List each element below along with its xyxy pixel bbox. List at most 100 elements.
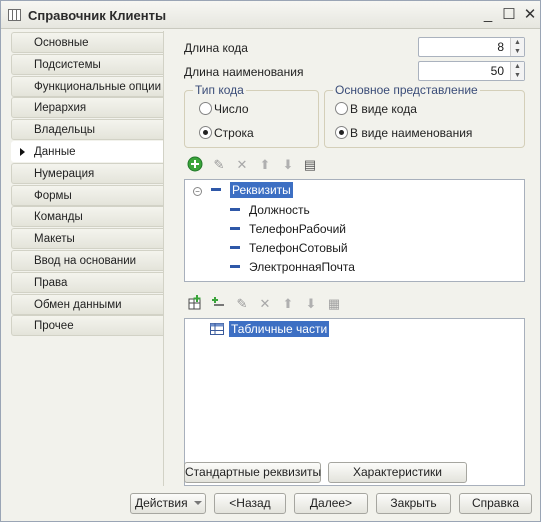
characteristics-button[interactable]: Характеристики	[328, 462, 467, 483]
tree-root-tabular[interactable]: Табличные части	[210, 321, 330, 338]
help-button[interactable]: Справка	[459, 493, 532, 514]
move-down-icon[interactable]: ⬇	[302, 295, 320, 313]
delete-icon[interactable]: ✕	[233, 156, 251, 174]
move-down-icon[interactable]: ⬇	[279, 156, 297, 174]
code-type-group: Тип кода Число Строка	[184, 83, 319, 148]
tab-label: Владельцы	[34, 124, 96, 137]
tab-item[interactable]: Ввод на основании	[11, 249, 163, 271]
tree-item-label: ТелефонРабочий	[249, 222, 347, 236]
radio-label: Строка	[214, 126, 254, 140]
tree-item-label: Должность	[249, 203, 310, 217]
attributes-toolbar: ✎ ✕ ⬆ ⬇ ▤	[186, 156, 326, 176]
attribute-icon	[230, 265, 240, 268]
minimize-button[interactable]: _	[479, 6, 497, 24]
window-title: Справочник Клиенты	[28, 8, 167, 23]
tab-label: Обмен данными	[34, 298, 122, 311]
tree-item[interactable]: ЭлектроннаяПочта	[230, 260, 355, 274]
tab-item[interactable]: Формы	[11, 184, 163, 206]
tab-item[interactable]: Владельцы	[11, 119, 163, 141]
tab-item[interactable]: Команды	[11, 206, 163, 228]
tree-item[interactable]: Должность	[230, 203, 310, 217]
main-presentation-group: Основное представление В виде кода В вид…	[324, 83, 525, 148]
name-length-field[interactable]: 50 ▲ ▼	[418, 61, 525, 81]
radio-label: В виде кода	[350, 102, 417, 116]
tab-label: Макеты	[34, 233, 75, 246]
tab-item[interactable]: Макеты	[11, 228, 163, 250]
radio-circle	[199, 102, 212, 115]
add-column-icon[interactable]	[210, 295, 228, 313]
presentation-code-radio[interactable]: В виде кода	[335, 102, 417, 116]
tab-label: Прочее	[34, 320, 74, 333]
section-tabs: Основные Подсистемы Функциональные опции Ие…	[11, 32, 163, 337]
standard-attributes-button[interactable]: Стандартные реквизиты	[184, 462, 321, 483]
attribute-icon	[230, 208, 240, 211]
actions-menu-button[interactable]: Действия	[130, 493, 206, 514]
back-button[interactable]: <Назад	[214, 493, 286, 514]
tab-label: Основные	[34, 37, 89, 49]
code-type-title: Тип кода	[193, 83, 246, 97]
tab-label: Функциональные опции	[34, 80, 161, 93]
tab-item[interactable]: Функциональные опции	[11, 75, 163, 97]
tabular-root-label: Табличные части	[229, 321, 330, 337]
tab-label: Нумерация	[34, 167, 95, 180]
tab-label: Формы	[34, 189, 72, 202]
tab-item[interactable]: Обмен данными	[11, 293, 163, 315]
close-button[interactable]: ✕	[521, 6, 539, 24]
code-length-value: 8	[497, 40, 504, 54]
tab-label: Данные	[34, 145, 76, 158]
tab-label: Команды	[34, 211, 83, 224]
maximize-button[interactable]: ☐	[500, 6, 518, 24]
attribute-icon	[230, 227, 240, 230]
tree-root-attributes[interactable]: Реквизиты	[211, 182, 293, 198]
catalog-icon	[8, 9, 21, 21]
tab-item[interactable]: Подсистемы	[11, 53, 163, 75]
move-up-icon[interactable]: ⬆	[279, 295, 297, 313]
tab-label: Ввод на основании	[34, 254, 137, 267]
attributes-root-label: Реквизиты	[230, 182, 293, 198]
presentation-name-radio[interactable]: В виде наименования	[335, 126, 472, 140]
edit-icon[interactable]: ✎	[210, 156, 228, 174]
title-bar: Справочник Клиенты _ ☐ ✕	[1, 1, 540, 29]
tree-item[interactable]: ТелефонСотовый	[230, 241, 348, 255]
move-up-icon[interactable]: ⬆	[256, 156, 274, 174]
actions-label: Действия	[135, 496, 188, 510]
sort-list-icon[interactable]: ▦	[325, 295, 343, 313]
tab-item[interactable]: Права	[11, 271, 163, 293]
code-length-label: Длина кода	[184, 41, 248, 55]
tab-item[interactable]: Основные	[11, 32, 163, 53]
collapse-toggle-icon[interactable]: −	[193, 187, 202, 196]
name-length-value: 50	[490, 64, 504, 78]
tab-label: Иерархия	[34, 102, 87, 115]
code-type-number-radio[interactable]: Число	[199, 102, 249, 116]
attribute-icon	[211, 188, 221, 191]
name-length-spinner[interactable]: ▲ ▼	[510, 62, 524, 80]
code-type-string-radio[interactable]: Строка	[199, 126, 254, 140]
tab-label: Подсистемы	[34, 58, 101, 71]
tabular-sections-tree: Табличные части	[184, 318, 525, 486]
tab-item[interactable]: Прочее	[11, 315, 163, 337]
tree-item[interactable]: ТелефонРабочий	[230, 222, 346, 236]
attribute-icon	[230, 246, 240, 249]
delete-icon[interactable]: ✕	[256, 295, 274, 313]
tab-label: Права	[34, 276, 68, 289]
main-presentation-title: Основное представление	[333, 83, 480, 97]
edit-icon[interactable]: ✎	[233, 295, 251, 313]
current-tab-arrow-icon	[20, 147, 25, 156]
attributes-tree: − Реквизиты Должность ТелефонРабочий Тел…	[184, 179, 525, 282]
tab-item[interactable]: Иерархия	[11, 97, 163, 119]
radio-circle	[199, 126, 212, 139]
tab-item[interactable]: Данные	[11, 140, 163, 162]
add-table-icon[interactable]	[186, 295, 204, 313]
data-tab-panel: Длина кода 8 ▲ ▼ Длина наименования 50 ▲ ▼…	[163, 31, 535, 486]
sort-list-icon[interactable]: ▤	[301, 156, 319, 174]
close-dialog-button[interactable]: Закрыть	[376, 493, 451, 514]
tree-item-label: ТелефонСотовый	[249, 241, 348, 255]
radio-circle	[335, 102, 348, 115]
code-length-spinner[interactable]: ▲ ▼	[510, 38, 524, 56]
code-length-field[interactable]: 8 ▲ ▼	[418, 37, 525, 57]
add-icon[interactable]	[186, 156, 204, 174]
next-button[interactable]: Далее>	[294, 493, 368, 514]
catalog-editor-window: Справочник Клиенты _ ☐ ✕ Основные Подсист…	[0, 0, 541, 522]
radio-label: В виде наименования	[350, 126, 473, 140]
tab-item[interactable]: Нумерация	[11, 162, 163, 184]
